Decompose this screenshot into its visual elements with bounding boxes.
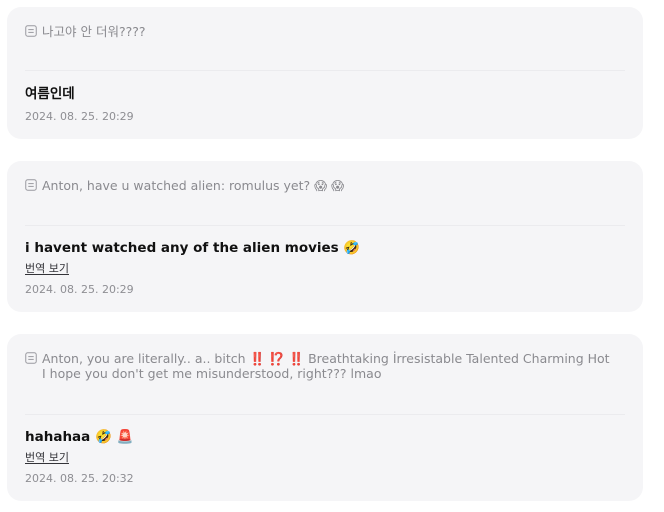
view-translation-link[interactable]: 번역 보기: [25, 451, 69, 464]
message-card: 나고야 안 더워???? 여름인데 2024. 08. 25. 20:29: [7, 7, 643, 139]
divider: [25, 70, 625, 71]
document-quote-icon: [25, 179, 37, 191]
reply-text: 여름인데: [25, 86, 75, 102]
message-timestamp: 2024. 08. 25. 20:32: [25, 472, 134, 485]
message-feed: 나고야 안 더워???? 여름인데 2024. 08. 25. 20:29 An…: [0, 0, 664, 512]
divider: [25, 414, 625, 415]
message-card: Anton, you are literally.. a.. bitch ‼️ …: [7, 334, 643, 501]
quoted-message: Anton, you are literally.. a.. bitch ‼️ …: [25, 351, 613, 381]
quoted-message-text: Anton, have u watched alien: romulus yet…: [42, 178, 345, 193]
quoted-message-text: 나고야 안 더워????: [42, 24, 146, 39]
quoted-message: 나고야 안 더워????: [25, 24, 613, 39]
message-timestamp: 2024. 08. 25. 20:29: [25, 283, 134, 296]
reply-text: hahahaa 🤣 🚨: [25, 429, 134, 445]
reply-text: i havent watched any of the alien movies…: [25, 240, 361, 256]
message-card: Anton, have u watched alien: romulus yet…: [7, 161, 643, 312]
view-translation-link[interactable]: 번역 보기: [25, 262, 69, 275]
message-timestamp: 2024. 08. 25. 20:29: [25, 110, 134, 123]
quoted-message: Anton, have u watched alien: romulus yet…: [25, 178, 613, 193]
document-quote-icon: [25, 25, 37, 37]
divider: [25, 225, 625, 226]
document-quote-icon: [25, 352, 37, 364]
quoted-message-text: Anton, you are literally.. a.. bitch ‼️ …: [42, 351, 610, 381]
